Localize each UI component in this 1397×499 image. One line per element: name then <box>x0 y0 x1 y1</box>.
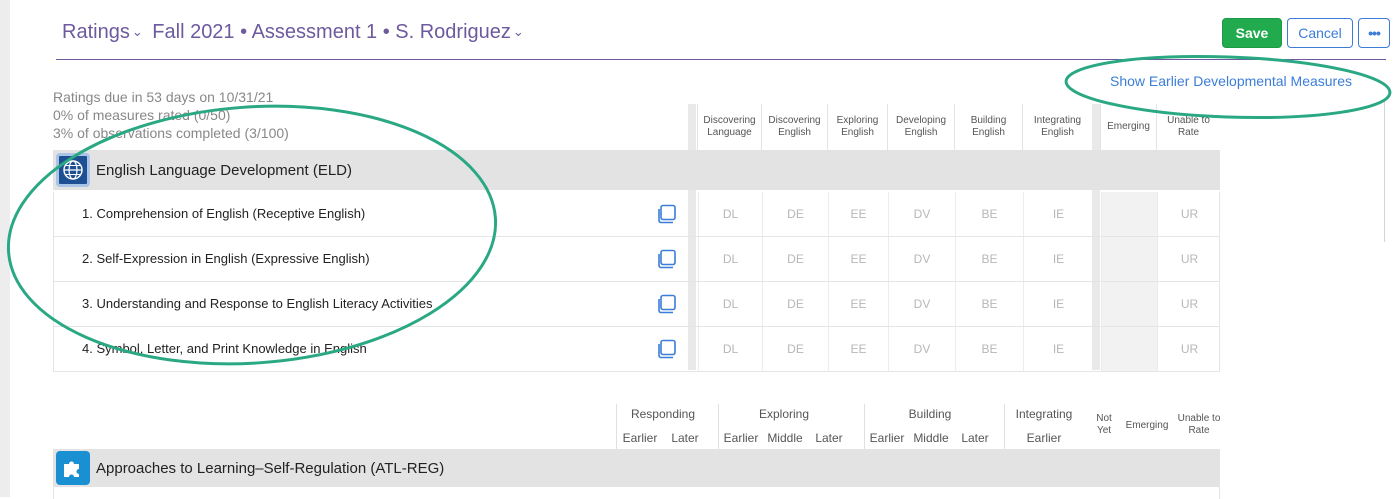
table-row: 3. Understanding and Response to English… <box>53 282 1220 327</box>
column-header: Emerging <box>1100 104 1156 150</box>
column-header: Not Yet <box>1096 413 1112 436</box>
column-subheader: Earlier <box>622 431 658 445</box>
period-dropdown[interactable]: Fall 2021 • Assessment 1 • S. Rodriguez ⌄ <box>152 21 528 43</box>
column-group-header: Exploring <box>758 407 810 421</box>
section-title: English Language Development (ELD) <box>96 161 352 179</box>
atl-section-header: Approaches to Learning–Self-Regulation (… <box>53 449 1220 487</box>
column-header: Developing English <box>887 104 954 150</box>
save-button[interactable]: Save <box>1222 18 1282 48</box>
measures-rated-text: 0% of measures rated (0/50) <box>53 107 231 123</box>
table-row: 2. Self-Expression in English (Expressiv… <box>53 237 1220 282</box>
rating-cell[interactable]: DL <box>698 192 762 236</box>
rating-cell[interactable]: DE <box>762 192 828 236</box>
due-date-text: Ratings due in 53 days on 10/31/21 <box>53 89 274 105</box>
rating-cell[interactable]: DL <box>698 327 762 371</box>
column-subheader: Later <box>961 431 989 445</box>
rating-cell[interactable] <box>1101 327 1157 371</box>
rating-cell[interactable]: DE <box>762 282 828 326</box>
observations-completed-text: 3% of observations completed (3/100) <box>53 125 289 141</box>
rating-cell[interactable]: DV <box>888 237 955 281</box>
column-group-header: Building <box>908 407 952 421</box>
vertical-scrollbar[interactable] <box>1384 100 1385 242</box>
column-subheader: Earlier <box>869 431 905 445</box>
column-header: Emerging <box>1125 420 1169 431</box>
column-header: Exploring English <box>827 104 887 150</box>
globe-icon <box>56 153 90 187</box>
rating-cell[interactable]: IE <box>1023 327 1093 371</box>
column-header: Integrating English <box>1022 104 1092 150</box>
column-header: Unable to Rate <box>1177 413 1221 436</box>
rating-cell[interactable]: DV <box>888 192 955 236</box>
rating-cell[interactable]: DV <box>888 327 955 371</box>
header-divider <box>56 59 1386 60</box>
measure-label: 2. Self-Expression in English (Expressiv… <box>82 251 370 266</box>
rating-cell[interactable]: BE <box>955 237 1023 281</box>
rating-cell[interactable]: DE <box>762 237 828 281</box>
rating-cell[interactable]: BE <box>955 282 1023 326</box>
cancel-button[interactable]: Cancel <box>1287 18 1353 48</box>
rating-cell[interactable]: UR <box>1157 237 1221 281</box>
rating-cell[interactable] <box>1101 192 1157 236</box>
show-earlier-measures-link[interactable]: Show Earlier Developmental Measures <box>1110 73 1352 89</box>
column-subheader: Earlier <box>1026 431 1062 445</box>
rating-cell[interactable] <box>1101 282 1157 326</box>
measure-label: 4. Symbol, Letter, and Print Knowledge i… <box>82 341 367 356</box>
column-header: Unable to Rate <box>1156 104 1220 150</box>
measure-label: 1. Comprehension of English (Receptive E… <box>82 206 366 221</box>
rating-cell[interactable]: IE <box>1023 237 1093 281</box>
notes-icon[interactable] <box>657 294 677 314</box>
rating-cell[interactable]: UR <box>1157 327 1221 371</box>
column-header: Discovering Language <box>697 104 761 150</box>
rating-cell[interactable]: IE <box>1023 282 1093 326</box>
rating-cell[interactable]: DE <box>762 327 828 371</box>
rating-cell[interactable]: BE <box>955 327 1023 371</box>
left-gutter <box>0 0 10 497</box>
column-header: Building English <box>954 104 1022 150</box>
rating-cell[interactable]: EE <box>828 192 888 236</box>
rating-cell[interactable]: UR <box>1157 282 1221 326</box>
page-title: Ratings ⌄ Fall 2021 • Assessment 1 • S. R… <box>62 21 528 44</box>
column-subheader: Middle <box>767 431 803 445</box>
rating-cell[interactable] <box>1101 237 1157 281</box>
rating-cell[interactable]: DL <box>698 282 762 326</box>
section-title: Approaches to Learning–Self-Regulation (… <box>96 459 445 477</box>
rating-cell[interactable]: EE <box>828 237 888 281</box>
column-subheader: Later <box>815 431 843 445</box>
rating-cell[interactable]: IE <box>1023 192 1093 236</box>
more-options-button[interactable]: ••• <box>1358 18 1390 48</box>
column-group-header: Responding <box>630 407 696 421</box>
table-row: 4. Symbol, Letter, and Print Knowledge i… <box>53 327 1220 372</box>
rating-cell[interactable]: DV <box>888 282 955 326</box>
puzzle-icon <box>56 451 90 485</box>
rating-cell[interactable]: DL <box>698 237 762 281</box>
eld-section-header: English Language Development (ELD) <box>53 150 1220 190</box>
rating-cell[interactable]: EE <box>828 327 888 371</box>
chevron-down-icon: ⌄ <box>512 24 524 39</box>
notes-icon[interactable] <box>657 339 677 359</box>
measure-label: 3. Understanding and Response to English… <box>82 296 433 311</box>
column-subheader: Later <box>671 431 699 445</box>
column-header: Discovering English <box>761 104 827 150</box>
rating-cell[interactable]: EE <box>828 282 888 326</box>
notes-icon[interactable] <box>657 249 677 269</box>
table-row <box>53 487 1220 499</box>
rating-cell[interactable]: UR <box>1157 192 1221 236</box>
table-row: 1. Comprehension of English (Receptive E… <box>53 192 1220 237</box>
notes-icon[interactable] <box>657 204 677 224</box>
ratings-dropdown[interactable]: Ratings ⌄ <box>62 21 147 43</box>
rating-cell[interactable]: BE <box>955 192 1023 236</box>
column-subheader: Earlier <box>723 431 759 445</box>
chevron-down-icon: ⌄ <box>131 24 143 39</box>
column-subheader: Middle <box>913 431 949 445</box>
column-group-header: Integrating <box>1015 407 1073 421</box>
